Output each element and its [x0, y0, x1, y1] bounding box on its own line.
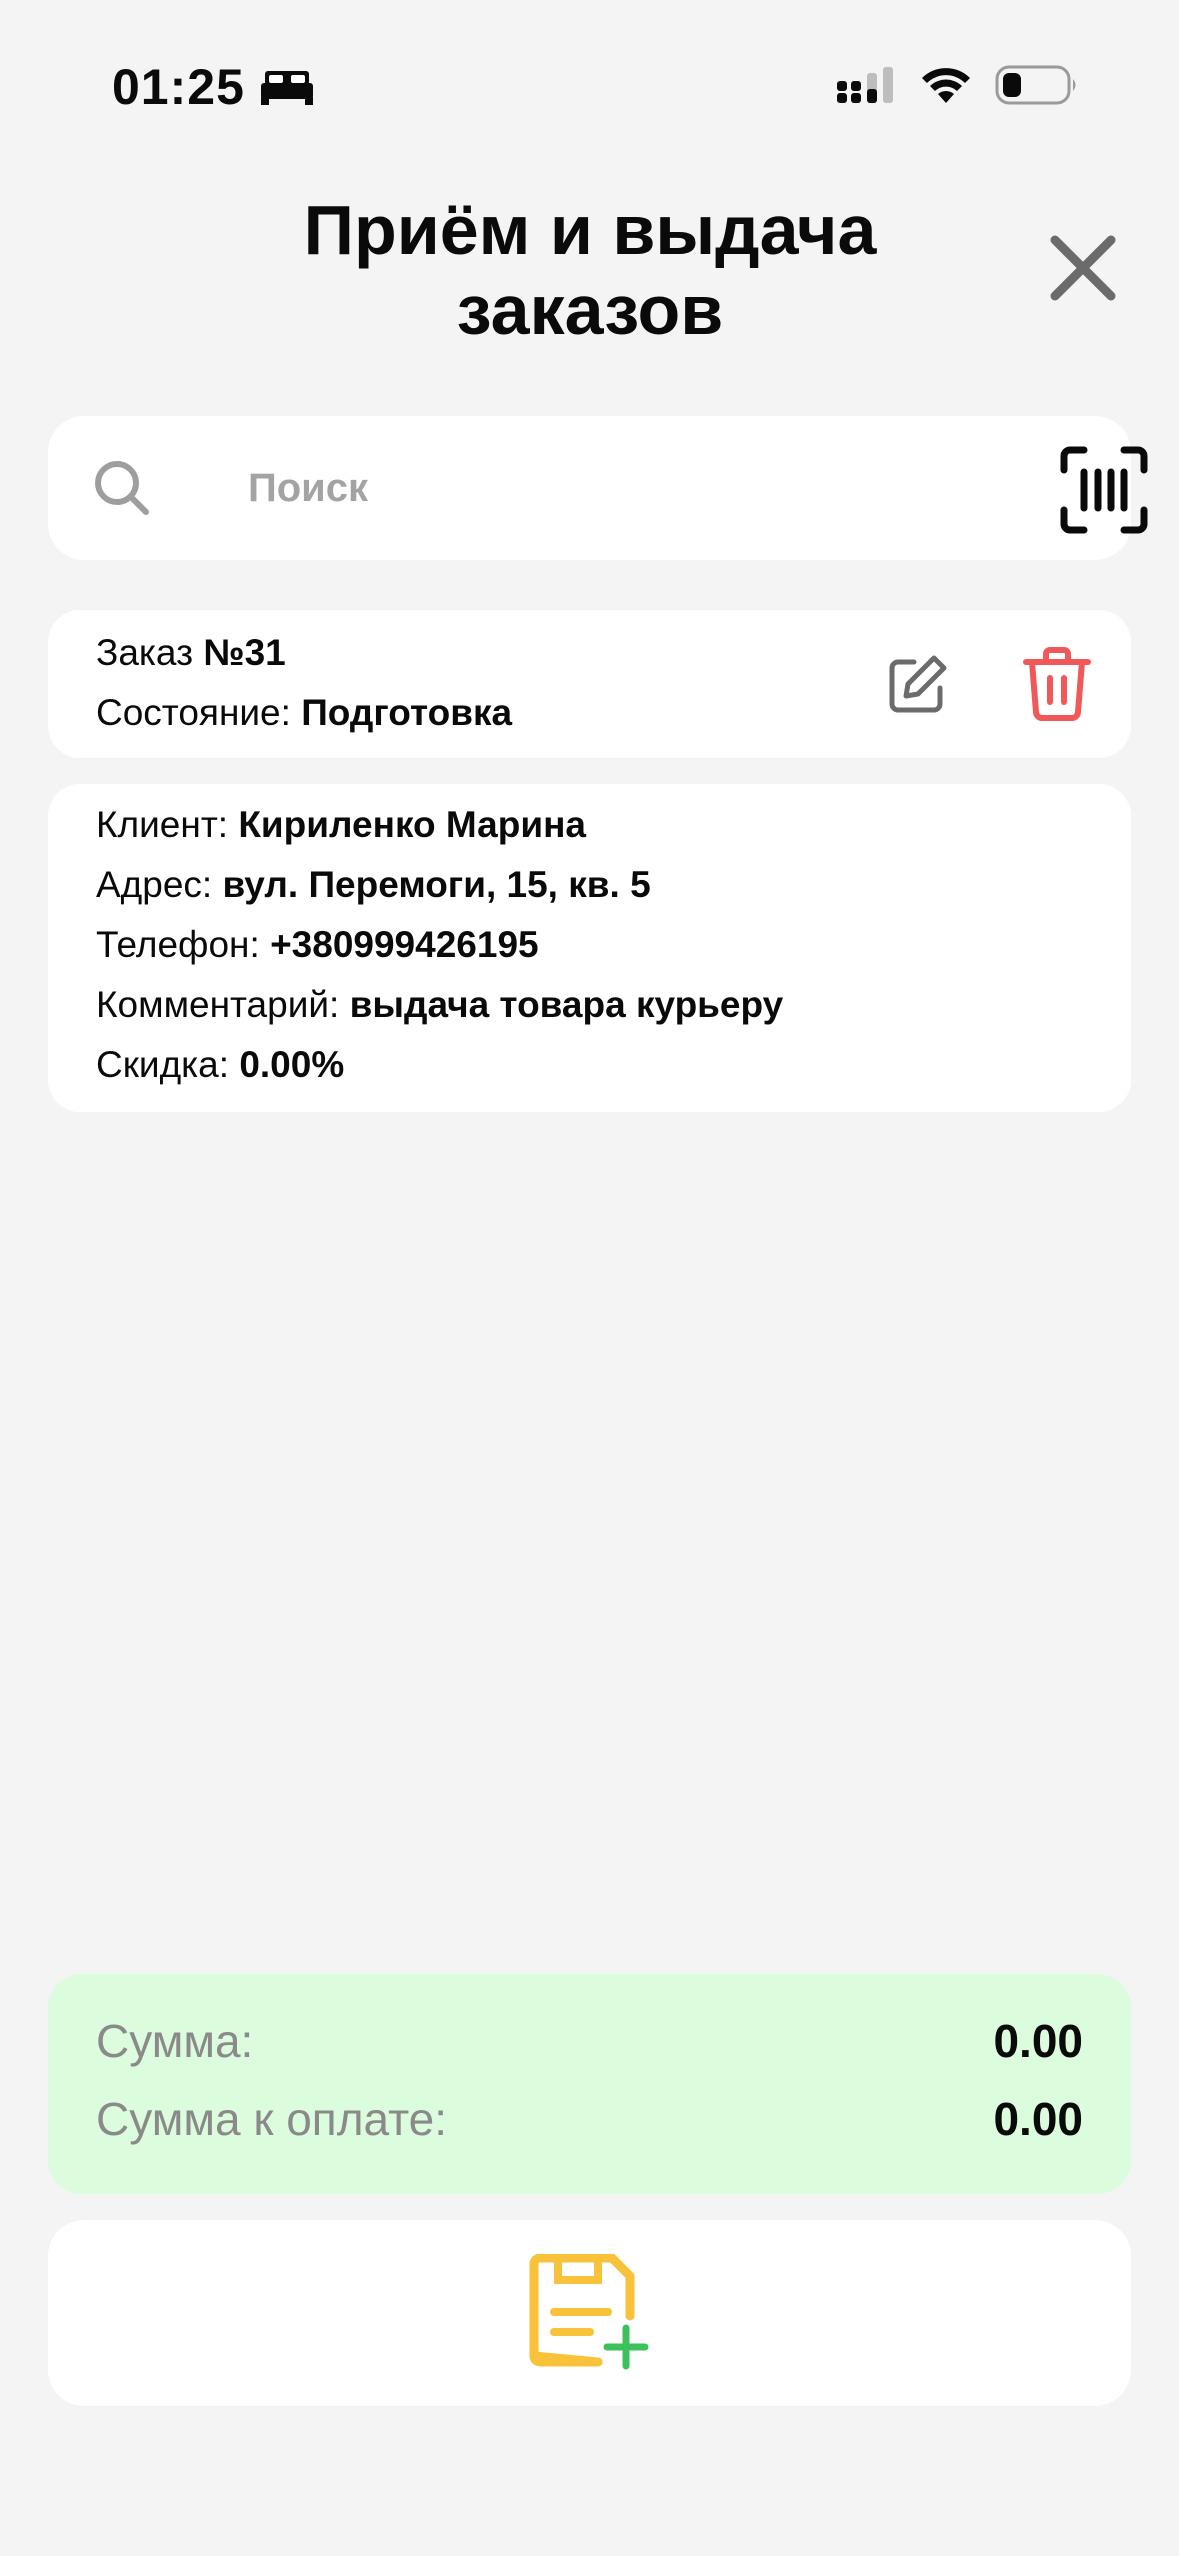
page-title-line2: заказов — [456, 271, 724, 349]
close-icon[interactable] — [1045, 230, 1121, 306]
search-bar — [48, 416, 1148, 560]
comment-value: выдача товара курьеру — [349, 984, 784, 1025]
order-state: Состояние: Подготовка — [96, 692, 512, 734]
sum-label: Сумма: — [96, 2015, 254, 2067]
status-time: 01:25 — [112, 58, 315, 116]
phone-value: +380999426195 — [270, 924, 539, 965]
wifi-icon — [922, 68, 970, 103]
discount-row: Скидка: 0.00% — [96, 1044, 344, 1086]
order-card: Заказ №31 Состояние: Подготовка — [48, 610, 1131, 758]
search-icon[interactable] — [92, 458, 152, 518]
save-order-button[interactable] — [48, 2220, 1131, 2406]
barcode-scan-icon[interactable] — [1058, 444, 1150, 536]
address-row: Адрес: вул. Перемоги, 15, кв. 5 — [96, 864, 651, 906]
client-row: Клиент: Кириленко Марина — [96, 804, 586, 846]
order-number-value: №31 — [203, 632, 286, 673]
page-title: Приём и выдача заказов — [190, 190, 990, 350]
client-value: Кириленко Марина — [238, 804, 586, 845]
order-number: Заказ №31 — [96, 632, 286, 674]
address-label: Адрес: — [96, 864, 213, 905]
comment-label: Комментарий: — [96, 984, 340, 1025]
cellular-signal-icon — [837, 67, 893, 103]
comment-row: Комментарий: выдача товара курьеру — [96, 984, 783, 1026]
address-value: вул. Перемоги, 15, кв. 5 — [222, 864, 651, 905]
client-info-card: Клиент: Кириленко Марина Адрес: вул. Пер… — [48, 784, 1131, 1112]
page-title-line1: Приём и выдача — [303, 191, 877, 269]
edit-icon[interactable] — [884, 652, 950, 718]
status-indicators — [835, 64, 1079, 106]
payable-label: Сумма к оплате: — [96, 2093, 448, 2145]
phone-row: Телефон: +380999426195 — [96, 924, 539, 966]
sum-value: 0.00 — [993, 2015, 1083, 2067]
status-time-text: 01:25 — [112, 59, 245, 115]
discount-label: Скидка: — [96, 1044, 230, 1085]
search-input[interactable] — [248, 456, 1008, 520]
battery-low-icon — [995, 65, 1076, 105]
order-state-label: Состояние: — [96, 692, 291, 733]
order-number-label: Заказ — [96, 632, 194, 673]
save-document-add-icon — [529, 2254, 649, 2370]
order-screen: 01:25 Приём и выдача заказов Поиск Заказ… — [0, 0, 1179, 2556]
bed-icon — [260, 71, 313, 105]
discount-value: 0.00% — [239, 1044, 345, 1085]
trash-icon[interactable] — [1022, 646, 1092, 722]
client-label: Клиент: — [96, 804, 229, 845]
totals-panel: Сумма: 0.00 Сумма к оплате: 0.00 — [48, 1974, 1131, 2194]
payable-value: 0.00 — [993, 2093, 1083, 2145]
phone-label: Телефон: — [96, 924, 260, 965]
order-state-value: Подготовка — [301, 692, 513, 733]
